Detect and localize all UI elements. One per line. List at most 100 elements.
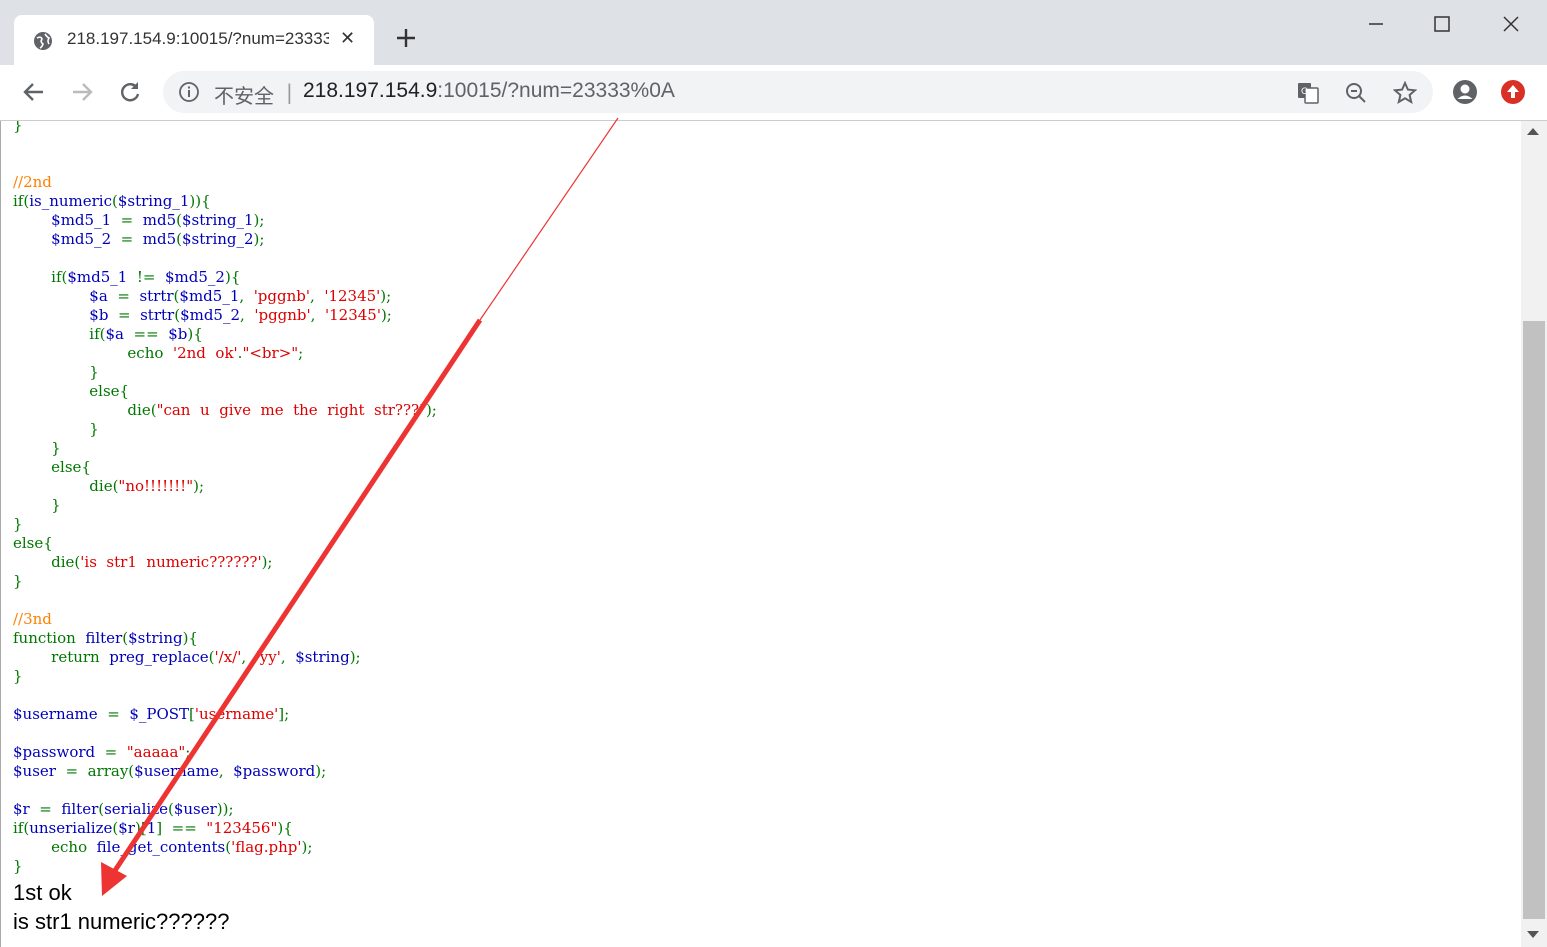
code-token: = [117, 306, 141, 324]
code-token: ; [185, 743, 191, 761]
code-token: strtr [140, 306, 175, 324]
code-token: ); [253, 211, 265, 229]
code-token: if( [13, 192, 30, 210]
code-token: } [13, 572, 23, 590]
code-token: if( [13, 268, 68, 286]
svg-text:G: G [1301, 87, 1308, 97]
code-line: //3nd [13, 610, 437, 629]
code-token: "123456" [206, 819, 278, 837]
code-token: die( [13, 477, 119, 495]
code-token: serialize [104, 800, 168, 818]
code-token: ]; [278, 705, 290, 723]
address-bar[interactable]: 不安全 | 218.197.154.9:10015/?num=23333%0A … [163, 71, 1433, 113]
new-tab-icon[interactable] [393, 25, 419, 51]
code-token: } [13, 439, 61, 457]
url-text[interactable]: 218.197.154.9:10015/?num=23333%0A [303, 79, 675, 103]
profile-avatar-icon[interactable] [1451, 78, 1479, 106]
code-line: } [13, 515, 437, 534]
code-line: } [13, 667, 437, 686]
code-token: else{ [13, 382, 130, 400]
code-token: $username [13, 705, 108, 723]
code-token: ] == [156, 819, 207, 837]
scroll-down-arrow-icon[interactable] [1527, 931, 1539, 938]
code-token: $md5_2 [165, 268, 225, 286]
code-token: else{ [13, 458, 91, 476]
code-line: } [13, 363, 437, 382]
code-token: "aaaaa" [126, 743, 186, 761]
code-token: != [136, 268, 165, 286]
code-token: } [13, 496, 61, 514]
bookmark-star-icon[interactable] [1393, 81, 1417, 105]
code-token: $string_1 [117, 192, 190, 210]
code-line: //2nd [13, 173, 437, 192]
code-token: '2nd ok' [172, 344, 238, 362]
code-line: } [13, 572, 437, 591]
translate-icon[interactable]: G [1296, 81, 1320, 105]
code-token: '12345' [324, 306, 381, 324]
scroll-up-arrow-icon[interactable] [1527, 128, 1539, 135]
close-window-icon[interactable] [1497, 10, 1525, 38]
code-token: , [218, 762, 234, 780]
code-line: } [13, 857, 437, 876]
code-token: , [310, 287, 325, 305]
code-token: )[ [134, 819, 147, 837]
code-token: $md5_2 [180, 306, 241, 324]
maximize-icon[interactable] [1428, 10, 1456, 38]
code-token: //2nd [13, 173, 52, 191]
output-line-1st-ok: 1st ok [13, 880, 72, 905]
code-token: 1 [146, 819, 157, 837]
code-token: die( [13, 401, 157, 419]
update-available-icon[interactable] [1499, 78, 1527, 106]
code-token: ); [380, 287, 392, 305]
code-line: else{ [13, 382, 437, 401]
code-token: == [133, 325, 169, 343]
code-token: filter [85, 629, 123, 647]
code-token: 'is str1 numeric??????' [80, 553, 262, 571]
code-token: , [310, 306, 325, 324]
code-token: die( [13, 553, 81, 571]
browser-tab[interactable]: 218.197.154.9:10015/?num=23333%0A ✕ [14, 15, 374, 65]
reload-icon[interactable] [117, 79, 143, 105]
scroll-thumb[interactable] [1523, 321, 1545, 919]
tab-close-icon[interactable]: ✕ [340, 28, 355, 49]
output-line-str1-numeric: is str1 numeric?????? [13, 909, 230, 934]
zoom-icon[interactable] [1344, 81, 1368, 105]
code-line: die("can u give me the right str???"); [13, 401, 436, 420]
security-separator: | [286, 80, 293, 104]
minimize-icon[interactable] [1362, 10, 1390, 38]
code-token: md5 [142, 230, 177, 248]
code-token: ); [301, 838, 313, 856]
code-line: $a = strtr($md5_1, 'pggnb', '12345'); [13, 287, 437, 306]
browser-toolbar: 不安全 | 218.197.154.9:10015/?num=23333%0A … [0, 65, 1547, 121]
code-line: else{ [13, 458, 437, 477]
tab-title: 218.197.154.9:10015/?num=23333%0A [67, 29, 329, 48]
code-line: if($a == $b){ [13, 325, 437, 344]
code-line: die('is str1 numeric??????'); [13, 553, 437, 572]
code-line: echo file_get_contents('flag.php'); [13, 838, 437, 857]
url-host: 218.197.154.9 [303, 79, 438, 102]
code-token: '12345' [324, 287, 381, 305]
code-token: function [13, 629, 86, 647]
code-token: = array( [65, 762, 135, 780]
code-token: echo [13, 344, 173, 362]
code-token: else{ [13, 534, 53, 552]
code-token: md5 [142, 211, 177, 229]
security-label[interactable]: 不安全 [214, 80, 274, 109]
code-token: '/x/' [214, 648, 242, 666]
back-icon[interactable] [21, 79, 47, 105]
code-token: ){ [182, 629, 198, 647]
forward-icon[interactable] [69, 79, 95, 105]
code-token: $user [13, 762, 66, 780]
info-icon[interactable] [178, 81, 200, 103]
code-token: $string [295, 648, 350, 666]
code-token: } [13, 515, 23, 533]
code-token: ); [349, 648, 361, 666]
vertical-scrollbar[interactable] [1521, 121, 1547, 947]
code-token: , [239, 287, 254, 305]
